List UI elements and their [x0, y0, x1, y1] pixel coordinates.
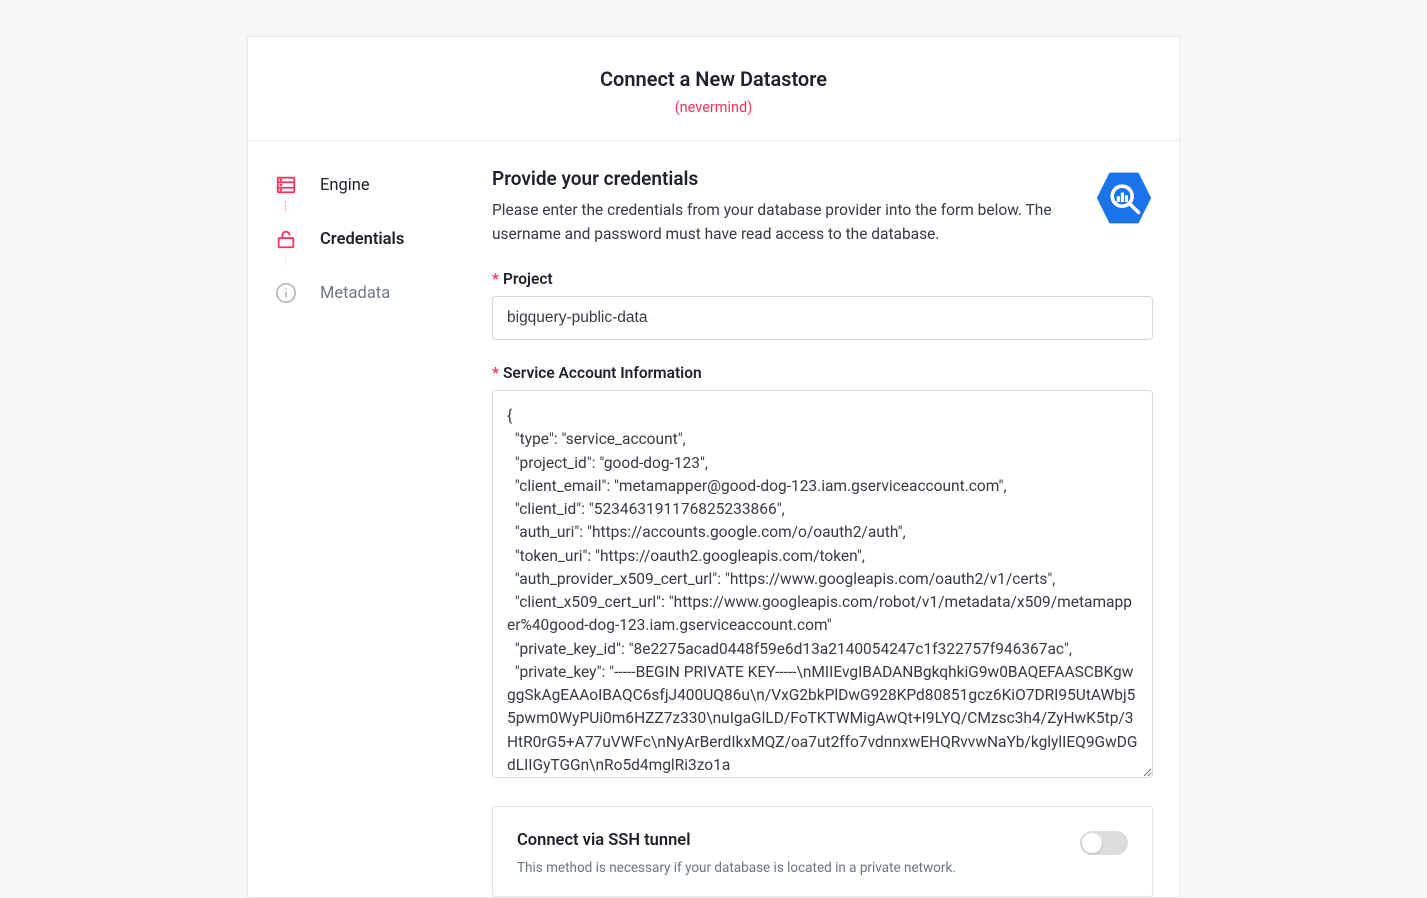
- database-icon: [274, 173, 298, 197]
- bigquery-icon: [1095, 169, 1153, 227]
- ssh-description: This method is necessary if your databas…: [517, 860, 956, 876]
- project-label: *Project: [492, 270, 1153, 288]
- card-header: Connect a New Datastore (nevermind): [248, 37, 1179, 141]
- step-engine[interactable]: Engine: [274, 167, 492, 203]
- step-label: Credentials: [320, 230, 404, 249]
- toggle-knob: [1082, 833, 1102, 853]
- form-title: Provide your credentials: [492, 167, 1052, 190]
- project-field: *Project: [492, 270, 1153, 340]
- ssh-panel: Connect via SSH tunnel This method is ne…: [492, 806, 1153, 897]
- unlock-icon: [274, 227, 298, 251]
- setup-steps: Engine Credentials: [274, 167, 492, 897]
- credentials-form: Provide your credentials Please enter th…: [492, 167, 1153, 897]
- page-title: Connect a New Datastore: [268, 67, 1159, 91]
- step-credentials[interactable]: Credentials: [274, 221, 492, 257]
- ssh-toggle[interactable]: [1080, 831, 1128, 855]
- step-label: Engine: [320, 176, 370, 195]
- form-description: Please enter the credentials from your d…: [492, 198, 1052, 246]
- step-connector: [285, 201, 287, 211]
- step-connector: [285, 255, 287, 265]
- step-metadata[interactable]: Metadata: [274, 275, 492, 311]
- service-account-field: *Service Account Information: [492, 364, 1153, 782]
- step-label: Metadata: [320, 284, 390, 303]
- service-account-textarea[interactable]: [492, 390, 1153, 778]
- project-input[interactable]: [492, 296, 1153, 340]
- info-icon: [274, 281, 298, 305]
- connect-datastore-card: Connect a New Datastore (nevermind): [247, 36, 1180, 898]
- service-account-label: *Service Account Information: [492, 364, 1153, 382]
- ssh-title: Connect via SSH tunnel: [517, 831, 956, 850]
- cancel-link[interactable]: (nevermind): [268, 99, 1159, 116]
